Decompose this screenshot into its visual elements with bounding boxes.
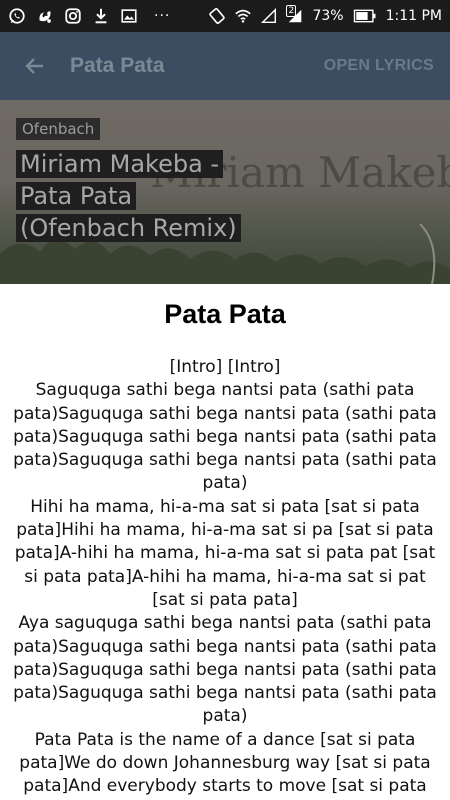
toolbar-title: Pata Pata bbox=[70, 54, 165, 77]
arrow-back-icon bbox=[25, 58, 43, 74]
screen-rotation-icon bbox=[208, 7, 226, 25]
battery-icon bbox=[352, 7, 378, 25]
uc-browser-icon bbox=[36, 7, 54, 25]
artist-label: Ofenbach bbox=[16, 118, 101, 140]
app-toolbar: Pata Pata OPEN LYRICS bbox=[0, 32, 450, 100]
gallery-icon bbox=[120, 7, 138, 25]
dialog-title: Pata Pata bbox=[164, 299, 286, 329]
underlying-screen: Pata Pata OPEN LYRICS Miriam Makeba Ofen… bbox=[0, 32, 450, 284]
signal-sim2-icon: 2 bbox=[286, 5, 304, 25]
status-bar: ··· 2 73% 1:11 PM bbox=[0, 0, 450, 32]
download-icon bbox=[92, 7, 110, 25]
clock: 1:11 PM bbox=[385, 8, 442, 24]
lyrics-dialog[interactable]: Pata Pata [Intro] [Intro] Saguquga sathi… bbox=[0, 284, 450, 800]
lyrics-text: [Intro] [Intro] Saguquga sathi bega nant… bbox=[13, 357, 437, 800]
system-icons: 2 73% 1:11 PM bbox=[208, 5, 442, 25]
more-notifications-indicator: ··· bbox=[154, 8, 171, 24]
song-title: Miriam Makeba - Pata Pata (Ofenbach Remi… bbox=[16, 148, 250, 244]
back-button[interactable] bbox=[0, 32, 70, 100]
notification-icons: ··· bbox=[8, 7, 208, 25]
instagram-icon bbox=[64, 7, 82, 25]
sim2-badge: 2 bbox=[286, 5, 297, 17]
wifi-icon bbox=[234, 7, 252, 25]
signal-sim1-icon bbox=[260, 7, 278, 25]
song-hero-image: Miriam Makeba Ofenbach Miriam Makeba - P… bbox=[0, 100, 450, 284]
whatsapp-icon bbox=[8, 7, 26, 25]
battery-percent: 73% bbox=[312, 8, 344, 24]
song-title-text: Miriam Makeba - Pata Pata (Ofenbach Remi… bbox=[16, 150, 241, 242]
open-lyrics-button[interactable]: OPEN LYRICS bbox=[324, 57, 450, 75]
